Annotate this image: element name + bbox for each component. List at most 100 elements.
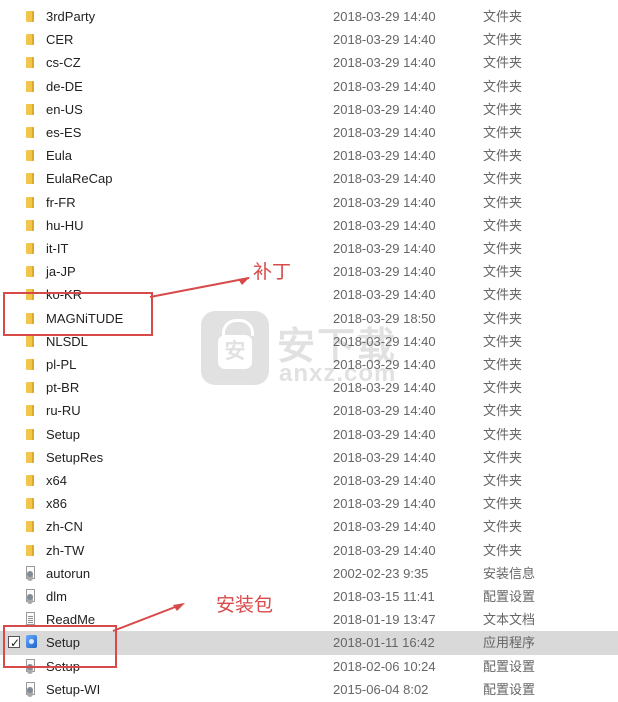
- installer-arrow-icon: [112, 603, 185, 632]
- file-date: 2018-03-29 18:50: [333, 310, 436, 326]
- file-date: 2018-03-29 14:40: [333, 9, 436, 24]
- file-name-cell[interactable]: x86: [21, 492, 321, 515]
- file-row[interactable]: x64 2018-03-29 14:40 文件夹: [0, 469, 618, 492]
- file-row[interactable]: SetupRes 2018-03-29 14:40 文件夹: [0, 446, 618, 469]
- file-row[interactable]: 3rdParty 2018-03-29 14:40 文件夹: [0, 5, 618, 28]
- file-row[interactable]: Setup-WI 2015-06-04 8:02 配置设置: [0, 678, 618, 701]
- file-row[interactable]: ja-JP 2018-03-29 14:40 文件夹: [0, 260, 618, 283]
- file-name: SetupRes: [46, 449, 104, 465]
- file-type: 文件夹: [483, 310, 523, 326]
- file-date: 2018-03-29 14:40: [333, 241, 436, 256]
- file-date: 2018-03-29 14:40: [333, 171, 436, 187]
- file-name-cell[interactable]: fr-FR: [21, 191, 321, 214]
- file-name: de-DE: [46, 78, 83, 94]
- installer-highlight-box: [3, 625, 117, 668]
- file-type: 文件夹: [483, 241, 523, 256]
- folder-icon: [21, 446, 41, 469]
- settings-file-icon: [21, 585, 41, 608]
- file-name: fr-FR: [46, 194, 76, 210]
- folder-icon: [21, 492, 41, 515]
- file-type: 文件夹: [483, 473, 523, 488]
- file-name-cell[interactable]: ru-RU: [21, 399, 321, 422]
- folder-icon: [21, 51, 41, 74]
- file-date: 2018-03-29 14:40: [333, 542, 436, 558]
- file-row[interactable]: pt-BR 2018-03-29 14:40 文件夹: [0, 376, 618, 399]
- file-type: 文件夹: [483, 101, 523, 117]
- file-row[interactable]: zh-TW 2018-03-29 14:40 文件夹: [0, 539, 618, 562]
- file-row[interactable]: zh-CN 2018-03-29 14:40 文件夹: [0, 515, 618, 538]
- folder-icon: [21, 144, 41, 167]
- file-type: 文件夹: [483, 78, 523, 94]
- file-date: 2018-01-11 16:42: [333, 635, 435, 651]
- file-row[interactable]: pl-PL 2018-03-29 14:40 文件夹: [0, 353, 618, 376]
- file-name-cell[interactable]: EulaReCap: [21, 167, 321, 190]
- file-name-cell[interactable]: 3rdParty: [21, 5, 321, 28]
- file-name: pl-PL: [46, 357, 77, 372]
- file-date: 2018-03-29 14:40: [333, 78, 436, 94]
- file-date: 2018-03-29 14:40: [333, 194, 436, 210]
- file-name-cell[interactable]: hu-HU: [21, 214, 321, 237]
- file-name-cell[interactable]: Setup: [21, 423, 321, 446]
- folder-icon: [21, 353, 41, 376]
- file-type: 文件夹: [483, 55, 523, 71]
- file-row[interactable]: en-US 2018-03-29 14:40 文件夹: [0, 98, 618, 121]
- file-name-cell[interactable]: x64: [21, 469, 321, 492]
- file-name-cell[interactable]: zh-CN: [21, 515, 321, 538]
- file-row[interactable]: Eula 2018-03-29 14:40 文件夹: [0, 144, 618, 167]
- file-name-cell[interactable]: SetupRes: [21, 446, 321, 469]
- file-name-cell[interactable]: cs-CZ: [21, 51, 321, 74]
- file-type: 文件夹: [483, 449, 523, 465]
- file-type: 文件夹: [483, 287, 523, 303]
- file-name-cell[interactable]: it-IT: [21, 237, 321, 260]
- folder-icon: [21, 121, 41, 144]
- file-date: 2018-03-29 14:40: [333, 357, 436, 372]
- file-type: 文本文档: [483, 612, 536, 628]
- file-name: it-IT: [46, 241, 69, 256]
- file-name: EulaReCap: [46, 171, 113, 187]
- file-name-cell[interactable]: CER: [21, 28, 321, 51]
- file-row[interactable]: EulaReCap 2018-03-29 14:40 文件夹: [0, 167, 618, 190]
- file-row[interactable]: de-DE 2018-03-29 14:40 文件夹: [0, 75, 618, 98]
- file-name: pt-BR: [46, 380, 80, 396]
- file-type: 文件夹: [483, 403, 523, 419]
- file-name: en-US: [46, 101, 83, 117]
- settings-file-icon: [21, 562, 41, 585]
- file-name-cell[interactable]: zh-TW: [21, 539, 321, 562]
- file-name: CER: [46, 32, 74, 48]
- file-name-cell[interactable]: pt-BR: [21, 376, 321, 399]
- file-name-cell[interactable]: en-US: [21, 98, 321, 121]
- file-name: Setup-WI: [46, 681, 101, 697]
- file-name-cell[interactable]: es-ES: [21, 121, 321, 144]
- file-date: 2015-06-04 8:02: [333, 681, 429, 697]
- file-name: dlm: [46, 589, 67, 604]
- file-date: 2018-03-29 14:40: [333, 426, 436, 442]
- file-name: hu-HU: [46, 217, 84, 233]
- file-name-cell[interactable]: autorun: [21, 562, 321, 585]
- file-row[interactable]: it-IT 2018-03-29 14:40 文件夹: [0, 237, 618, 260]
- file-row[interactable]: Setup 2018-03-29 14:40 文件夹: [0, 423, 618, 446]
- file-row[interactable]: fr-FR 2018-03-29 14:40 文件夹: [0, 191, 618, 214]
- file-date: 2018-01-19 13:47: [333, 612, 436, 628]
- file-row[interactable]: ru-RU 2018-03-29 14:40 文件夹: [0, 399, 618, 422]
- file-row[interactable]: es-ES 2018-03-29 14:40 文件夹: [0, 121, 618, 144]
- file-date: 2018-03-29 14:40: [333, 55, 436, 71]
- file-row[interactable]: x86 2018-03-29 14:40 文件夹: [0, 492, 618, 515]
- file-name: x64: [46, 473, 67, 488]
- file-date: 2018-03-29 14:40: [333, 287, 436, 303]
- file-row[interactable]: cs-CZ 2018-03-29 14:40 文件夹: [0, 51, 618, 74]
- file-row[interactable]: dlm 2018-03-15 11:41 配置设置: [0, 585, 618, 608]
- file-date: 2018-03-15 11:41: [333, 589, 435, 604]
- file-name: es-ES: [46, 125, 82, 140]
- file-row[interactable]: hu-HU 2018-03-29 14:40 文件夹: [0, 214, 618, 237]
- file-type: 文件夹: [483, 380, 523, 396]
- file-name-cell[interactable]: Setup-WI: [21, 678, 321, 701]
- file-type: 文件夹: [483, 148, 523, 164]
- folder-icon: [21, 214, 41, 237]
- file-row[interactable]: CER 2018-03-29 14:40 文件夹: [0, 28, 618, 51]
- file-type: 文件夹: [483, 9, 523, 24]
- file-name-cell[interactable]: Eula: [21, 144, 321, 167]
- file-name-cell[interactable]: de-DE: [21, 75, 321, 98]
- file-type: 文件夹: [483, 194, 523, 210]
- file-name-cell[interactable]: pl-PL: [21, 353, 321, 376]
- file-row[interactable]: autorun 2002-02-23 9:35 安装信息: [0, 562, 618, 585]
